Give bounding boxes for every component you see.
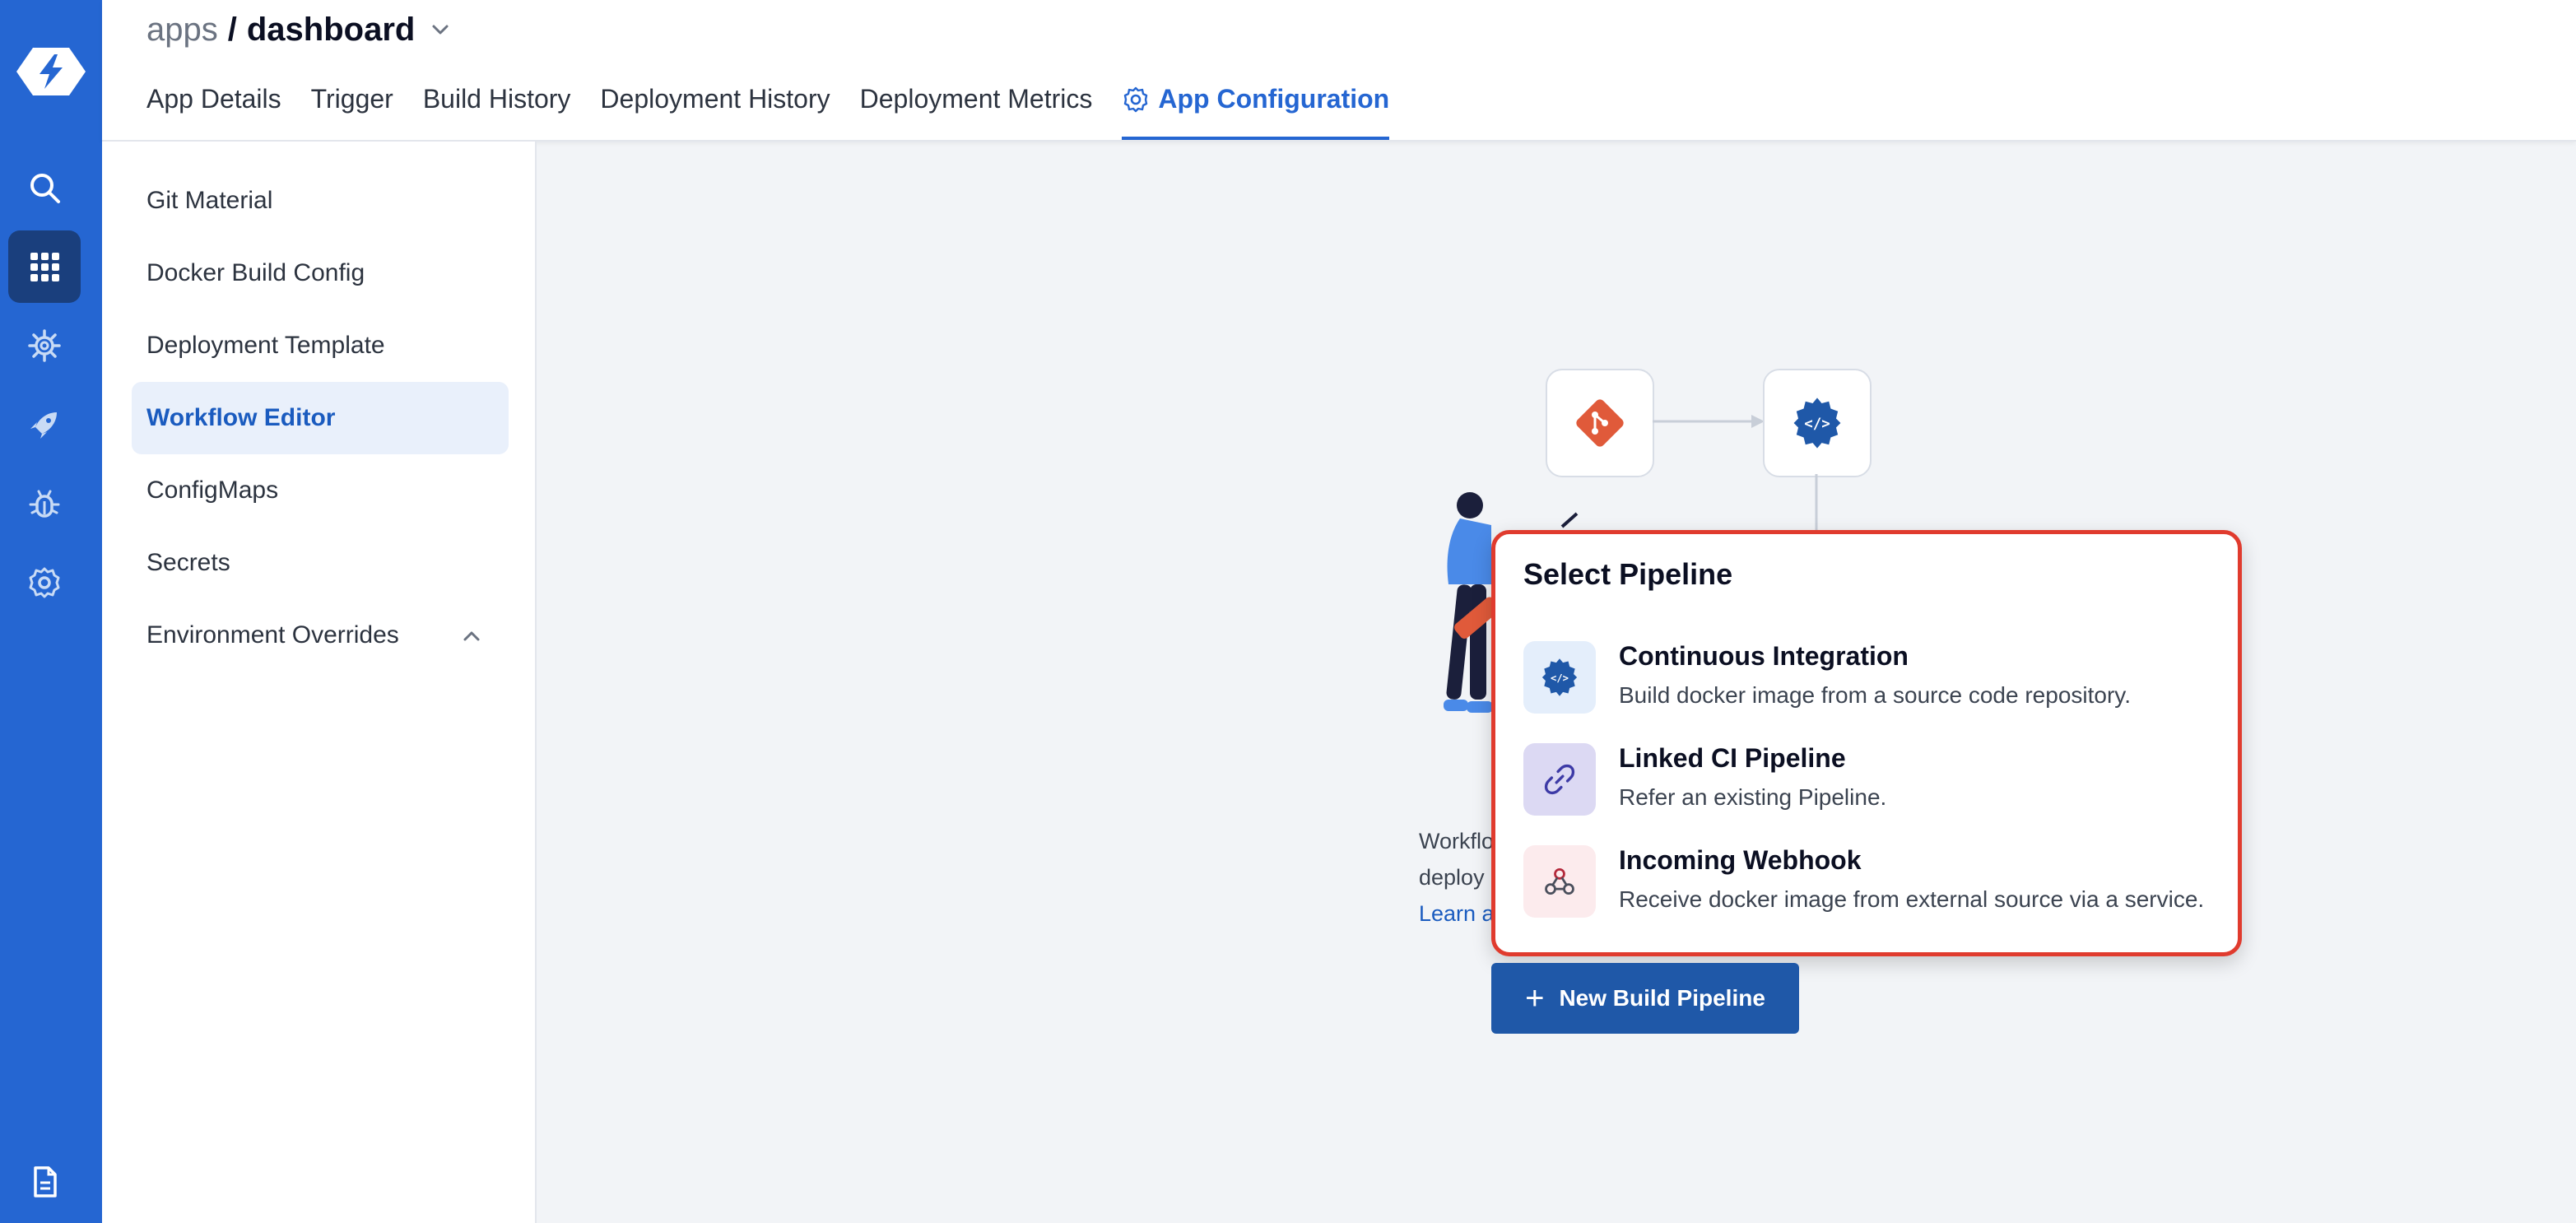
left-rail xyxy=(0,0,102,1223)
search-icon[interactable] xyxy=(8,151,81,224)
webhook-icon xyxy=(1523,845,1596,918)
tab-label: Deployment History xyxy=(600,84,830,114)
empty-state-text: Workflo deploy Learn a xyxy=(1419,823,1495,932)
flow-line xyxy=(1815,474,1818,532)
apps-grid-icon[interactable] xyxy=(8,230,81,303)
security-bug-icon[interactable] xyxy=(8,467,81,540)
popup-title: Select Pipeline xyxy=(1523,557,1733,591)
breadcrumb-parent[interactable]: apps xyxy=(146,8,218,51)
app-config-nav: Git Material Docker Build Config Deploym… xyxy=(102,142,537,1223)
tab-label: Build History xyxy=(422,84,571,114)
git-node xyxy=(1546,369,1654,477)
breadcrumb-separator: / xyxy=(227,12,237,48)
tab-app-configuration[interactable]: App Configuration xyxy=(1122,79,1389,140)
breadcrumb: apps / dashboard xyxy=(146,8,451,51)
option-description: Refer an existing Pipeline. xyxy=(1619,784,1887,810)
nav-configmaps[interactable]: ConfigMaps xyxy=(132,454,509,527)
svg-text:</>: </> xyxy=(1551,672,1569,684)
new-build-pipeline-button[interactable]: + New Build Pipeline xyxy=(1491,963,1799,1034)
option-description: Build docker image from a source code re… xyxy=(1619,682,2131,708)
chevron-down-icon[interactable] xyxy=(430,19,451,40)
ci-gear-code-icon: </> xyxy=(1793,398,1841,449)
option-linked-ci-pipeline[interactable]: Linked CI Pipeline Refer an existing Pip… xyxy=(1523,743,2215,829)
decor-arrow xyxy=(1560,512,1579,528)
docs-icon[interactable] xyxy=(8,1146,81,1218)
option-incoming-webhook[interactable]: Incoming Webhook Receive docker image fr… xyxy=(1523,845,2215,931)
chevron-up-icon[interactable] xyxy=(461,625,482,647)
tab-bar: App Details Trigger Build History Deploy… xyxy=(146,79,1419,140)
tab-label: Trigger xyxy=(310,84,393,114)
nav-git-material[interactable]: Git Material xyxy=(132,165,509,237)
nav-label: Git Material xyxy=(146,187,273,214)
learn-more-link[interactable]: Learn a xyxy=(1419,895,1495,932)
tab-label: App Configuration xyxy=(1158,84,1390,114)
tab-deployment-metrics[interactable]: Deployment Metrics xyxy=(860,79,1093,140)
global-config-gear-icon[interactable] xyxy=(8,546,81,619)
empty-state-line: Workflo xyxy=(1419,829,1495,853)
plus-icon: + xyxy=(1525,980,1545,1016)
tab-label: Deployment Metrics xyxy=(859,84,1093,114)
nav-secrets[interactable]: Secrets xyxy=(132,527,509,599)
svg-text:</>: </> xyxy=(1804,416,1830,433)
tab-build-history[interactable]: Build History xyxy=(423,79,571,140)
ci-node: </> xyxy=(1763,369,1872,477)
tab-label: App Details xyxy=(146,84,281,114)
option-title: Linked CI Pipeline xyxy=(1619,743,1846,773)
ci-gear-code-icon: </> xyxy=(1523,641,1596,714)
devtron-logo-icon[interactable] xyxy=(16,44,86,99)
option-title: Continuous Integration xyxy=(1619,641,1909,671)
empty-state-line: deploy xyxy=(1419,865,1485,890)
breadcrumb-current: dashboard xyxy=(246,12,416,48)
tab-trigger[interactable]: Trigger xyxy=(311,79,393,140)
select-pipeline-popup: Select Pipeline </> Continuous Integrati… xyxy=(1491,530,2242,956)
nav-label: Environment Overrides xyxy=(146,621,399,649)
nav-label: Workflow Editor xyxy=(146,404,336,431)
deploy-rocket-icon[interactable] xyxy=(8,388,81,461)
page-header: apps / dashboard App Details Trigger Bui… xyxy=(102,0,2576,142)
nav-docker-build-config[interactable]: Docker Build Config xyxy=(132,237,509,309)
nav-workflow-editor[interactable]: Workflow Editor xyxy=(132,382,509,454)
nav-environment-overrides[interactable]: Environment Overrides xyxy=(132,599,509,672)
tab-deployment-history[interactable]: Deployment History xyxy=(600,79,830,140)
option-description: Receive docker image from external sourc… xyxy=(1619,886,2205,912)
link-icon xyxy=(1523,743,1596,816)
nav-label: ConfigMaps xyxy=(146,477,279,504)
nav-deployment-template[interactable]: Deployment Template xyxy=(132,309,509,382)
git-icon xyxy=(1576,399,1624,447)
option-continuous-integration[interactable]: </> Continuous Integration Build docker … xyxy=(1523,641,2215,727)
nav-label: Deployment Template xyxy=(146,332,385,359)
option-title: Incoming Webhook xyxy=(1619,845,1862,875)
flow-arrow xyxy=(1653,415,1765,428)
gear-icon xyxy=(1124,86,1148,113)
tab-app-details[interactable]: App Details xyxy=(146,79,281,140)
nav-label: Secrets xyxy=(146,549,230,576)
button-label: New Build Pipeline xyxy=(1559,985,1765,1011)
chart-store-icon[interactable] xyxy=(8,309,81,382)
nav-label: Docker Build Config xyxy=(146,259,365,286)
